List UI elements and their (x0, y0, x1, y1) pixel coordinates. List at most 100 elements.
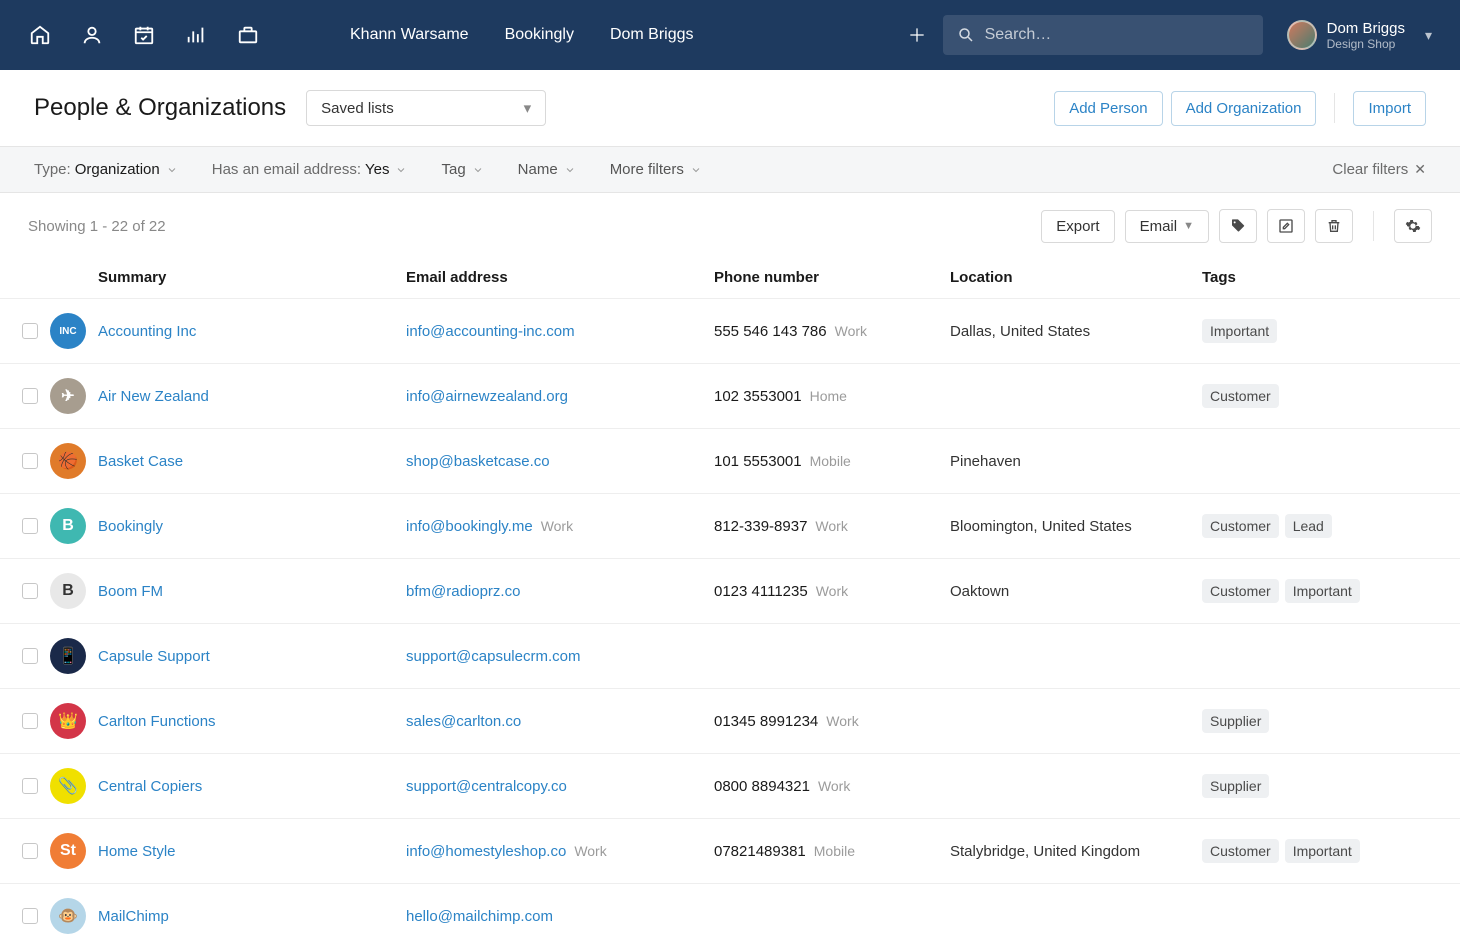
location-text: Bloomington, United States (950, 518, 1202, 535)
email-link[interactable]: info@bookingly.me (406, 518, 533, 535)
table-row: 📎Central Copierssupport@centralcopy.co08… (0, 753, 1460, 818)
list-toolbar: Showing 1 - 22 of 22 Export Email▼ (0, 193, 1460, 259)
email-link[interactable]: info@homestyleshop.co (406, 843, 566, 860)
recent-link-2[interactable]: Dom Briggs (610, 26, 694, 44)
tag-chip[interactable]: Customer (1202, 579, 1279, 603)
row-checkbox[interactable] (22, 648, 38, 664)
org-name-link[interactable]: Central Copiers (98, 778, 202, 795)
search-input[interactable] (985, 26, 1249, 44)
phone-number: 0123 4111235 (714, 583, 808, 600)
import-button[interactable]: Import (1353, 91, 1426, 126)
org-logo: B (50, 573, 86, 609)
email-link[interactable]: info@airnewzealand.org (406, 388, 568, 405)
email-link[interactable]: support@centralcopy.co (406, 778, 567, 795)
row-checkbox[interactable] (22, 583, 38, 599)
settings-button[interactable] (1394, 209, 1432, 243)
location-text: Dallas, United States (950, 323, 1202, 340)
chevron-down-icon (395, 164, 407, 176)
phone-type: Home (810, 388, 847, 404)
row-checkbox[interactable] (22, 518, 38, 534)
org-logo: 👑 (50, 703, 86, 739)
tags-list: CustomerLead (1202, 514, 1438, 538)
add-person-button[interactable]: Add Person (1054, 91, 1162, 126)
filter-more[interactable]: More filters (610, 161, 702, 178)
email-link[interactable]: shop@basketcase.co (406, 453, 550, 470)
toolbar-actions: Export Email▼ (1041, 209, 1432, 243)
filter-name[interactable]: Name (518, 161, 576, 178)
location-text: Stalybridge, United Kingdom (950, 843, 1202, 860)
person-icon[interactable] (80, 23, 104, 47)
row-checkbox[interactable] (22, 843, 38, 859)
org-name-link[interactable]: Capsule Support (98, 648, 210, 665)
row-checkbox[interactable] (22, 778, 38, 794)
tag-chip[interactable]: Important (1202, 319, 1277, 343)
org-name-link[interactable]: Home Style (98, 843, 176, 860)
phone-number: 101 5553001 (714, 453, 802, 470)
email-type: Work (574, 843, 606, 859)
page-header: People & Organizations Saved lists ▾ Add… (0, 70, 1460, 146)
table-row: StHome Styleinfo@homestyleshop.coWork078… (0, 818, 1460, 883)
org-logo: 📎 (50, 768, 86, 804)
phone-number: 812-339-8937 (714, 518, 807, 535)
row-checkbox[interactable] (22, 323, 38, 339)
calendar-icon[interactable] (132, 23, 156, 47)
org-name-link[interactable]: Basket Case (98, 453, 183, 470)
email-link[interactable]: bfm@radioprz.co (406, 583, 520, 600)
chart-icon[interactable] (184, 23, 208, 47)
recent-link-1[interactable]: Bookingly (505, 26, 574, 44)
org-name-link[interactable]: MailChimp (98, 908, 169, 925)
table-row: 🏀Basket Caseshop@basketcase.co101 555300… (0, 428, 1460, 493)
org-name-link[interactable]: Boom FM (98, 583, 163, 600)
tag-chip[interactable]: Customer (1202, 514, 1279, 538)
export-button[interactable]: Export (1041, 210, 1114, 243)
email-link[interactable]: hello@mailchimp.com (406, 908, 553, 925)
saved-lists-dropdown[interactable]: Saved lists ▾ (306, 90, 546, 126)
org-logo: 🐵 (50, 898, 86, 934)
edit-button[interactable] (1267, 209, 1305, 243)
briefcase-icon[interactable] (236, 23, 260, 47)
email-link[interactable]: info@accounting-inc.com (406, 323, 575, 340)
home-icon[interactable] (28, 23, 52, 47)
tag-button[interactable] (1219, 209, 1257, 243)
email-button[interactable]: Email▼ (1125, 210, 1209, 243)
clear-filters[interactable]: Clear filters ✕ (1332, 161, 1426, 178)
tag-chip[interactable]: Important (1285, 579, 1360, 603)
phone-number: 07821489381 (714, 843, 806, 860)
filter-type[interactable]: Type: Organization (34, 161, 178, 178)
row-checkbox[interactable] (22, 713, 38, 729)
tag-chip[interactable]: Supplier (1202, 774, 1269, 798)
tag-chip[interactable]: Important (1285, 839, 1360, 863)
org-name-link[interactable]: Air New Zealand (98, 388, 209, 405)
tag-chip[interactable]: Lead (1285, 514, 1332, 538)
org-logo: 📱 (50, 638, 86, 674)
tag-chip[interactable]: Customer (1202, 384, 1279, 408)
user-menu[interactable]: Dom Briggs Design Shop ▾ (1287, 20, 1432, 51)
row-checkbox[interactable] (22, 388, 38, 404)
tag-chip[interactable]: Supplier (1202, 709, 1269, 733)
tags-list: CustomerImportant (1202, 579, 1438, 603)
tags-list: Supplier (1202, 709, 1438, 733)
org-logo: ✈ (50, 378, 86, 414)
chevron-down-icon (472, 164, 484, 176)
org-name-link[interactable]: Accounting Inc (98, 323, 196, 340)
recent-link-0[interactable]: Khann Warsame (350, 26, 469, 44)
row-checkbox[interactable] (22, 453, 38, 469)
phone-type: Work (818, 778, 850, 794)
filter-tag[interactable]: Tag (441, 161, 483, 178)
email-link[interactable]: support@capsulecrm.com (406, 648, 580, 665)
location-text: Pinehaven (950, 453, 1202, 470)
org-name-link[interactable]: Bookingly (98, 518, 163, 535)
add-organization-button[interactable]: Add Organization (1171, 91, 1317, 126)
chevron-down-icon (690, 164, 702, 176)
delete-button[interactable] (1315, 209, 1353, 243)
search-icon (957, 26, 975, 44)
row-checkbox[interactable] (22, 908, 38, 924)
tag-chip[interactable]: Customer (1202, 839, 1279, 863)
org-name-link[interactable]: Carlton Functions (98, 713, 216, 730)
add-button[interactable] (891, 25, 943, 45)
phone-number: 555 546 143 786 (714, 323, 827, 340)
table-row: ✈Air New Zealandinfo@airnewzealand.org10… (0, 363, 1460, 428)
email-link[interactable]: sales@carlton.co (406, 713, 521, 730)
filter-email[interactable]: Has an email address: Yes (212, 161, 408, 178)
search-box[interactable] (943, 15, 1263, 55)
